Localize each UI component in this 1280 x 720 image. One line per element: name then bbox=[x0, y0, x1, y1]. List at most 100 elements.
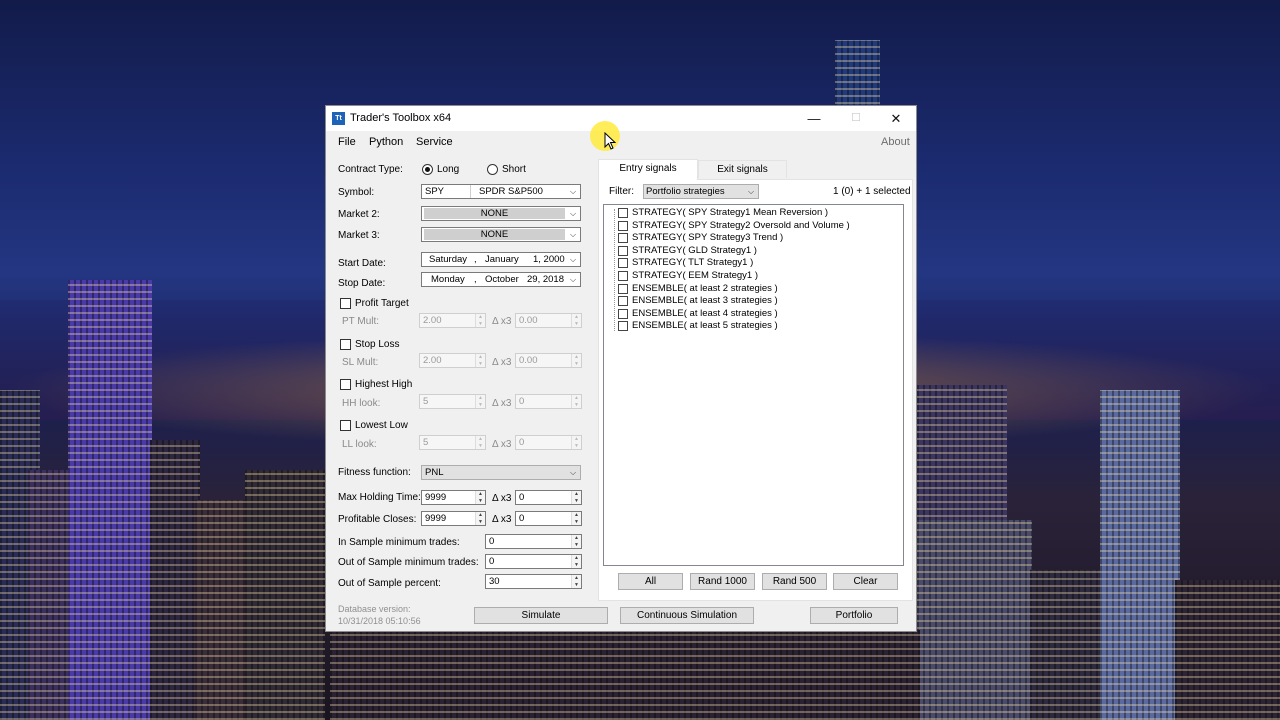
signal-label: ENSEMBLE( at least 4 strategies ) bbox=[632, 307, 778, 319]
sl-delta-label: Δ x3 bbox=[492, 357, 512, 368]
profitable-closes-input[interactable]: 9999 ▲ ▼ bbox=[421, 511, 486, 526]
hh-look-input[interactable]: 5 ▲ ▼ bbox=[419, 394, 486, 409]
tab-exit-signals[interactable]: Exit signals bbox=[698, 160, 787, 178]
app-icon: Tt bbox=[332, 112, 345, 125]
app-window: Tt Trader's Toolbox x64 — ☐ ✕ File Pytho… bbox=[325, 105, 917, 632]
sl-delta-input[interactable]: 0.00 ▲ ▼ bbox=[515, 353, 582, 368]
filter-value: Portfolio strategies bbox=[646, 186, 725, 197]
rand-1000-button[interactable]: Rand 1000 bbox=[690, 573, 755, 590]
oos-percent-label: Out of Sample percent: bbox=[338, 578, 441, 589]
short-label[interactable]: Short bbox=[502, 164, 526, 175]
building bbox=[195, 500, 250, 720]
ll-delta-input[interactable]: 0 ▲ ▼ bbox=[515, 435, 582, 450]
filter-select[interactable]: Portfolio strategies ⌵ bbox=[643, 184, 759, 199]
spin-arrows-icon[interactable]: ▲ ▼ bbox=[475, 314, 485, 327]
minimize-button[interactable]: — bbox=[793, 106, 835, 131]
continuous-simulation-button[interactable]: Continuous Simulation bbox=[620, 607, 754, 624]
spin-arrows-icon[interactable]: ▲ ▼ bbox=[571, 575, 581, 588]
spin-arrows-icon[interactable]: ▲ ▼ bbox=[571, 436, 581, 449]
spin-arrows-icon[interactable]: ▲ ▼ bbox=[571, 535, 581, 548]
signal-checkbox[interactable] bbox=[618, 208, 628, 218]
hh-delta-input[interactable]: 0 ▲ ▼ bbox=[515, 394, 582, 409]
signal-checkbox[interactable] bbox=[618, 258, 628, 269]
stop-loss-checkbox[interactable] bbox=[340, 339, 351, 350]
long-radio[interactable] bbox=[422, 164, 433, 175]
signal-checkbox[interactable] bbox=[618, 283, 628, 294]
spin-arrows-icon[interactable]: ▲ ▼ bbox=[571, 491, 581, 504]
oos-min-trades-input[interactable]: 0 ▲ ▼ bbox=[485, 554, 582, 569]
spin-arrows-icon[interactable]: ▲ ▼ bbox=[571, 395, 581, 408]
hh-delta-value: 0 bbox=[519, 396, 525, 407]
simulate-button[interactable]: Simulate bbox=[474, 607, 608, 624]
spin-arrows-icon[interactable]: ▲ ▼ bbox=[475, 354, 485, 367]
building bbox=[28, 470, 73, 720]
clear-button[interactable]: Clear bbox=[833, 573, 898, 590]
pt-mult-label: PT Mult: bbox=[342, 316, 380, 327]
symbol-name: SPDR S&P500 bbox=[479, 186, 543, 197]
menu-service[interactable]: Service bbox=[416, 136, 453, 148]
rand-500-button[interactable]: Rand 500 bbox=[762, 573, 827, 590]
select-all-button[interactable]: All bbox=[618, 573, 683, 590]
menu-python[interactable]: Python bbox=[369, 136, 403, 148]
stop-loss-label[interactable]: Stop Loss bbox=[355, 339, 399, 350]
chevron-down-icon: ⌵ bbox=[569, 468, 577, 477]
profit-target-label[interactable]: Profit Target bbox=[355, 298, 409, 309]
max-holding-input[interactable]: 9999 ▲ ▼ bbox=[421, 490, 486, 505]
signal-checkbox[interactable] bbox=[618, 308, 628, 319]
close-button[interactable]: ✕ bbox=[875, 106, 917, 131]
building bbox=[68, 280, 152, 720]
fitness-select[interactable]: PNL ⌵ bbox=[421, 465, 581, 480]
spin-arrows-icon[interactable]: ▲ ▼ bbox=[475, 491, 485, 504]
sl-mult-label: SL Mult: bbox=[342, 357, 379, 368]
is-min-trades-label: In Sample minimum trades: bbox=[338, 537, 460, 548]
market2-label: Market 2: bbox=[338, 209, 380, 220]
signal-checkbox[interactable] bbox=[618, 321, 628, 332]
signal-checkbox[interactable] bbox=[618, 296, 628, 307]
profitable-closes-delta-input[interactable]: 0 ▲ ▼ bbox=[515, 511, 582, 526]
is-min-trades-input[interactable]: 0 ▲ ▼ bbox=[485, 534, 582, 549]
pt-mult-input[interactable]: 2.00 ▲ ▼ bbox=[419, 313, 486, 328]
ll-look-input[interactable]: 5 ▲ ▼ bbox=[419, 435, 486, 450]
spin-arrows-icon[interactable]: ▲ ▼ bbox=[571, 354, 581, 367]
start-date-picker[interactable]: Saturday , January 1, 2000 ⌵ bbox=[421, 252, 581, 267]
menu-file[interactable]: File bbox=[338, 136, 356, 148]
profit-target-checkbox[interactable] bbox=[340, 298, 351, 309]
title-bar[interactable]: Tt Trader's Toolbox x64 — ☐ ✕ bbox=[326, 106, 916, 131]
maximize-button[interactable]: ☐ bbox=[835, 106, 877, 131]
portfolio-button[interactable]: Portfolio bbox=[810, 607, 898, 624]
spin-arrows-icon[interactable]: ▲ ▼ bbox=[475, 436, 485, 449]
long-label[interactable]: Long bbox=[437, 164, 459, 175]
tab-entry-signals[interactable]: Entry signals bbox=[598, 159, 698, 180]
symbol-select[interactable]: SPY SPDR S&P500 ⌵ bbox=[421, 184, 581, 199]
market2-select[interactable]: NONE ⌵ bbox=[421, 206, 581, 221]
spin-arrows-icon[interactable]: ▲ ▼ bbox=[475, 512, 485, 525]
chevron-down-icon: ⌵ bbox=[747, 187, 755, 196]
highest-high-label[interactable]: Highest High bbox=[355, 379, 412, 390]
spin-arrows-icon[interactable]: ▲ ▼ bbox=[571, 512, 581, 525]
lowest-low-checkbox[interactable] bbox=[340, 420, 351, 431]
profitable-closes-value: 9999 bbox=[425, 513, 447, 524]
oos-percent-input[interactable]: 30 ▲ ▼ bbox=[485, 574, 582, 589]
highest-high-checkbox[interactable] bbox=[340, 379, 351, 390]
oos-min-trades-label: Out of Sample minimum trades: bbox=[338, 557, 479, 568]
spin-arrows-icon[interactable]: ▲ ▼ bbox=[475, 395, 485, 408]
pt-delta-input[interactable]: 0.00 ▲ ▼ bbox=[515, 313, 582, 328]
signal-checkbox[interactable] bbox=[618, 271, 628, 281]
start-weekday: Saturday bbox=[429, 254, 468, 265]
menu-about[interactable]: About bbox=[881, 136, 910, 148]
signal-checkbox[interactable] bbox=[618, 233, 628, 244]
filter-label: Filter: bbox=[609, 186, 634, 197]
max-holding-label: Max Holding Time: bbox=[338, 492, 421, 503]
sl-delta-value: 0.00 bbox=[519, 355, 538, 366]
stop-date-picker[interactable]: Monday , October 29, 2018 ⌵ bbox=[421, 272, 581, 287]
spin-arrows-icon[interactable]: ▲ ▼ bbox=[571, 555, 581, 568]
sl-mult-input[interactable]: 2.00 ▲ ▼ bbox=[419, 353, 486, 368]
spin-arrows-icon[interactable]: ▲ ▼ bbox=[571, 314, 581, 327]
signal-checkbox[interactable] bbox=[618, 245, 628, 256]
market3-select[interactable]: NONE ⌵ bbox=[421, 227, 581, 242]
lowest-low-label[interactable]: Lowest Low bbox=[355, 420, 408, 431]
oos-percent-value: 30 bbox=[489, 576, 500, 587]
max-holding-delta-input[interactable]: 0 ▲ ▼ bbox=[515, 490, 582, 505]
short-radio[interactable] bbox=[487, 164, 498, 175]
signal-checkbox[interactable] bbox=[618, 220, 628, 231]
